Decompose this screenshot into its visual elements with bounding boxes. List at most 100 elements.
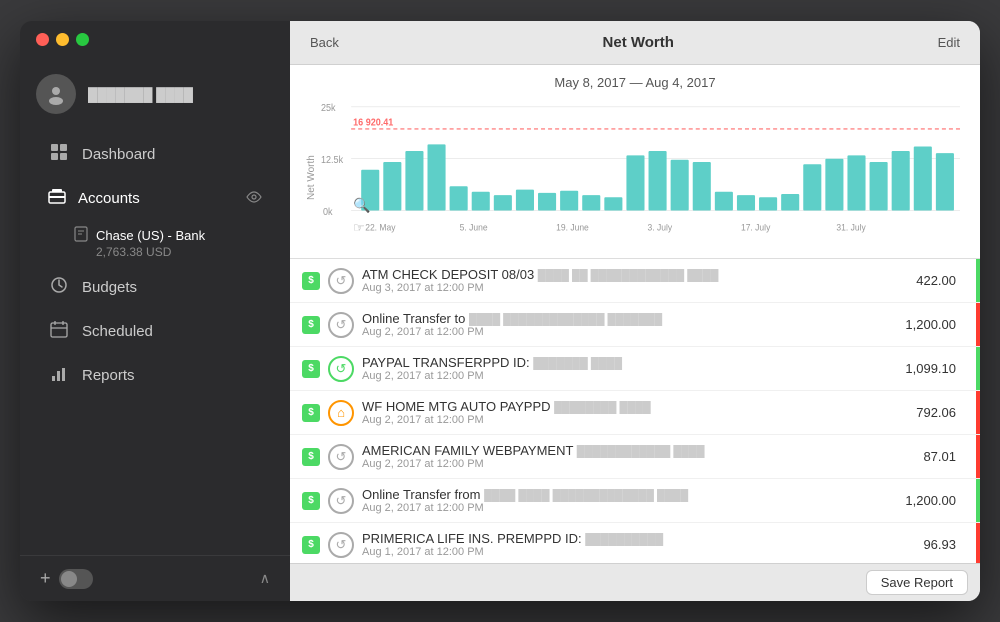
- tx-info: Online Transfer to ████ █████████████ ██…: [362, 311, 897, 338]
- tx-name: AMERICAN FAMILY WEBPAYMENT ████████████ …: [362, 443, 915, 458]
- tx-status-icon: ↺: [328, 268, 354, 294]
- y-axis-label: Net Worth: [306, 98, 317, 258]
- tx-date: Aug 2, 2017 at 12:00 PM: [362, 458, 915, 470]
- save-report-button[interactable]: Save Report: [866, 570, 968, 595]
- tx-left-icon: $: [302, 404, 320, 422]
- tx-date: Aug 2, 2017 at 12:00 PM: [362, 414, 908, 426]
- tx-info: ATM CHECK DEPOSIT 08/03 ████ ██ ████████…: [362, 267, 908, 294]
- tx-color-bar: [976, 391, 980, 434]
- tx-color-bar: [976, 523, 980, 563]
- sidebar-item-scheduled[interactable]: Scheduled: [28, 310, 282, 353]
- zoom-icon[interactable]: 🔍: [353, 197, 370, 214]
- user-name: ███████ ████: [88, 87, 193, 102]
- tx-color-bar: [976, 259, 980, 302]
- svg-text:0k: 0k: [323, 207, 333, 219]
- svg-text:16 920.41: 16 920.41: [353, 117, 394, 129]
- eye-icon[interactable]: [246, 190, 262, 206]
- toolbar-title: Net Worth: [359, 34, 918, 51]
- tx-status-icon: ⌂: [328, 400, 354, 426]
- tx-name: Online Transfer to ████ █████████████ ██…: [362, 311, 897, 326]
- tx-status-icon: ↺: [328, 488, 354, 514]
- toolbar: Back Net Worth Edit: [290, 21, 980, 65]
- tx-status-icon: ↺: [328, 312, 354, 338]
- tx-color-bar: [976, 347, 980, 390]
- tx-color-bar: [976, 479, 980, 522]
- tx-left-icon: $: [302, 272, 320, 290]
- account-chase[interactable]: Chase (US) - Bank 2,763.38 USD: [20, 220, 290, 265]
- tx-name: Online Transfer from ████ ████ █████████…: [362, 487, 897, 502]
- svg-text:19. June: 19. June: [556, 222, 589, 232]
- tx-amount: 87.01: [923, 449, 956, 464]
- reports-icon: [48, 364, 70, 387]
- tx-date: Aug 2, 2017 at 12:00 PM: [362, 370, 897, 382]
- tx-amount: 422.00: [916, 273, 956, 288]
- transaction-row[interactable]: $ ↺ Online Transfer to ████ ████████████…: [290, 303, 980, 347]
- sidebar-item-reports[interactable]: Reports: [28, 354, 282, 397]
- tx-color-bar: [976, 303, 980, 346]
- dashboard-label: Dashboard: [82, 146, 155, 163]
- tx-amount: 96.93: [923, 537, 956, 552]
- edit-button[interactable]: Edit: [918, 21, 980, 65]
- close-button[interactable]: [36, 33, 49, 46]
- scheduled-icon: [48, 320, 70, 343]
- chart-svg: 25k 12.5k 0k 16 920.41: [321, 98, 964, 258]
- tx-info: PAYPAL TRANSFERPPD ID: ███████ ████ Aug …: [362, 355, 897, 382]
- sidebar-item-budgets[interactable]: Budgets: [28, 266, 282, 309]
- sidebar-item-accounts[interactable]: Accounts: [28, 177, 282, 219]
- tx-left-icon: $: [302, 448, 320, 466]
- svg-text:25k: 25k: [321, 103, 336, 115]
- sidebar: ███████ ████ Dashboard: [20, 21, 290, 601]
- app-window: ███████ ████ Dashboard: [20, 21, 980, 601]
- bottom-bar: Save Report: [290, 563, 980, 601]
- transaction-row[interactable]: $ ↺ PAYPAL TRANSFERPPD ID: ███████ ████ …: [290, 347, 980, 391]
- tx-amount: 1,099.10: [905, 361, 956, 376]
- pointer-icon[interactable]: ☞: [353, 220, 370, 236]
- tx-left-icon: $: [302, 316, 320, 334]
- tx-status-icon: ↺: [328, 356, 354, 382]
- chart-date-range: May 8, 2017 — Aug 4, 2017: [306, 75, 964, 90]
- svg-text:31. July: 31. July: [836, 222, 866, 232]
- avatar: [36, 74, 76, 114]
- tx-name: ATM CHECK DEPOSIT 08/03 ████ ██ ████████…: [362, 267, 908, 282]
- svg-text:17. July: 17. July: [741, 222, 771, 232]
- transaction-row[interactable]: $ ↺ ATM CHECK DEPOSIT 08/03 ████ ██ ████…: [290, 259, 980, 303]
- tx-amount: 1,200.00: [905, 317, 956, 332]
- add-button[interactable]: +: [40, 568, 51, 589]
- transaction-row[interactable]: $ ↺ Online Transfer from ████ ████ █████…: [290, 479, 980, 523]
- tx-left-icon: $: [302, 536, 320, 554]
- tx-amount: 792.06: [916, 405, 956, 420]
- back-button[interactable]: Back: [290, 21, 359, 65]
- minimize-button[interactable]: [56, 33, 69, 46]
- transactions-list: $ ↺ ATM CHECK DEPOSIT 08/03 ████ ██ ████…: [290, 259, 980, 563]
- budgets-label: Budgets: [82, 279, 137, 296]
- svg-text:12.5k: 12.5k: [321, 155, 343, 167]
- toggle-switch[interactable]: [59, 569, 93, 589]
- transaction-row[interactable]: $ ↺ AMERICAN FAMILY WEBPAYMENT █████████…: [290, 435, 980, 479]
- transaction-row[interactable]: $ ↺ PRIMERICA LIFE INS. PREMPPD ID: ████…: [290, 523, 980, 563]
- account-balance: 2,763.38 USD: [96, 245, 270, 259]
- chart-area: May 8, 2017 — Aug 4, 2017 Net Worth 25k …: [290, 65, 980, 259]
- sidebar-header: ███████ ████: [20, 58, 290, 124]
- sidebar-navigation: Dashboard Accounts: [20, 124, 290, 555]
- chevron-up-icon[interactable]: ∧: [260, 570, 270, 587]
- account-name: Chase (US) - Bank: [96, 228, 205, 243]
- tx-status-icon: ↺: [328, 532, 354, 558]
- sidebar-item-dashboard[interactable]: Dashboard: [28, 133, 282, 176]
- dashboard-icon: [48, 143, 70, 166]
- tx-info: WF HOME MTG AUTO PAYPPD ████████ ████ Au…: [362, 399, 908, 426]
- tx-date: Aug 3, 2017 at 12:00 PM: [362, 282, 908, 294]
- budgets-icon: [48, 276, 70, 299]
- svg-text:5. June: 5. June: [460, 222, 488, 232]
- tx-info: Online Transfer from ████ ████ █████████…: [362, 487, 897, 514]
- reports-label: Reports: [82, 367, 135, 384]
- tx-left-icon: $: [302, 492, 320, 510]
- tx-color-bar: [976, 435, 980, 478]
- maximize-button[interactable]: [76, 33, 89, 46]
- accounts-label: Accounts: [78, 190, 140, 207]
- scheduled-label: Scheduled: [82, 323, 153, 340]
- tx-date: Aug 2, 2017 at 12:00 PM: [362, 502, 897, 514]
- transaction-row[interactable]: $ ⌂ WF HOME MTG AUTO PAYPPD ████████ ███…: [290, 391, 980, 435]
- svg-text:3. July: 3. July: [648, 222, 673, 232]
- tx-name: PRIMERICA LIFE INS. PREMPPD ID: ████████…: [362, 531, 915, 546]
- accounts-icon: [48, 187, 66, 209]
